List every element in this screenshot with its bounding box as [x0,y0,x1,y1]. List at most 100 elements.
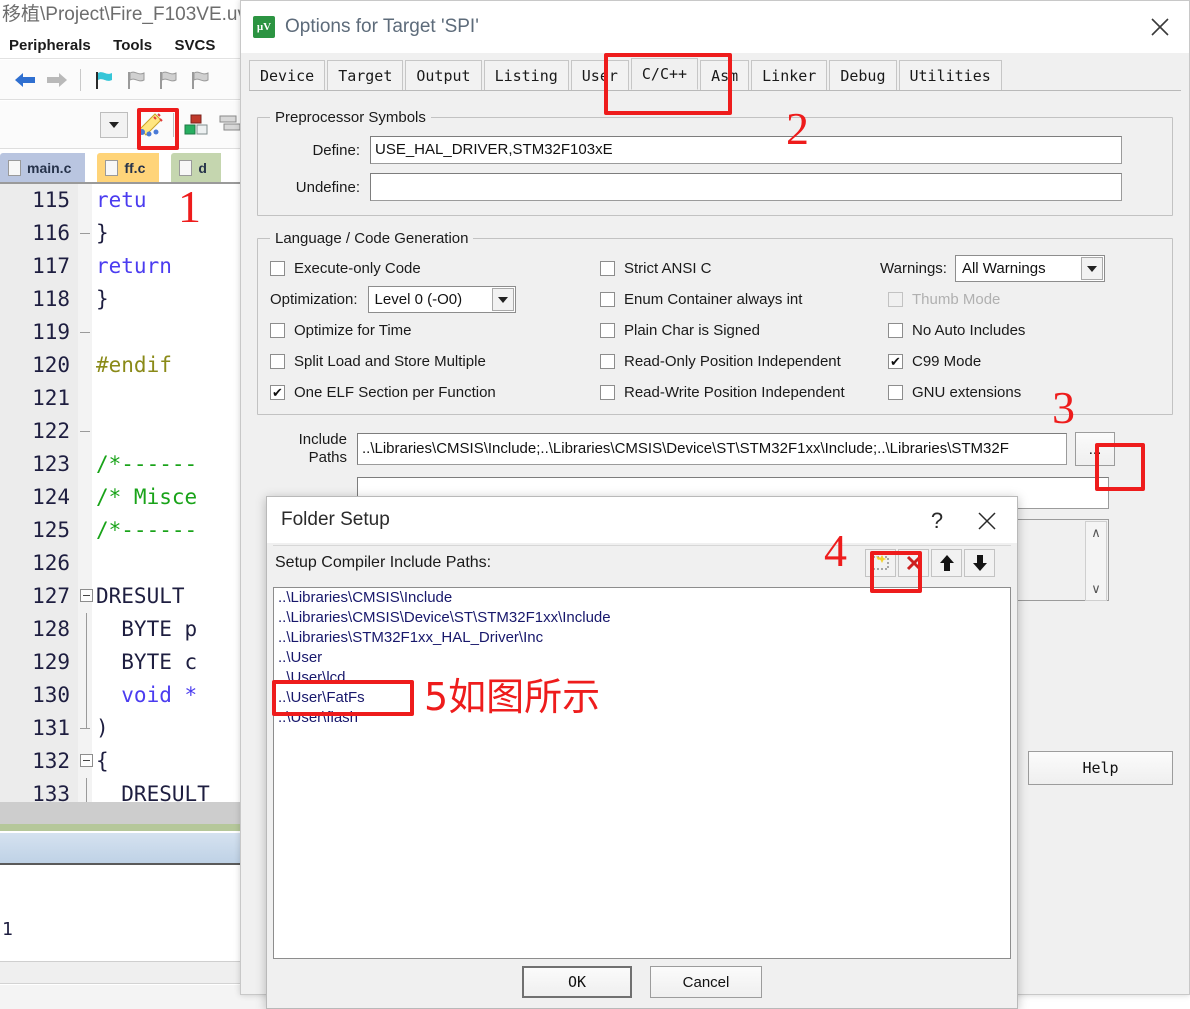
forward-arrow-icon[interactable] [42,65,72,95]
language-right-column: Warnings: All Warnings Thumb Mode No Auto I… [880,253,1150,408]
checkbox-indicator [888,292,903,307]
move-up-arrow-icon[interactable] [931,549,962,577]
options-tab-output[interactable]: Output [405,60,482,90]
question-mark-icon[interactable]: ? [917,505,957,537]
delete-x-icon[interactable] [898,549,929,577]
close-icon[interactable] [1137,7,1183,47]
preprocessor-symbols-legend: Preprocessor Symbols [270,109,431,126]
include-path-list-item[interactable]: ..\Libraries\CMSIS\Include [274,588,1010,608]
options-tab-linker[interactable]: Linker [751,60,828,90]
line-number: 129 [32,650,70,674]
checkbox-read-write-position-independent[interactable]: Read-Write Position Independent [600,377,880,408]
options-tab-debug[interactable]: Debug [829,60,897,90]
checkbox-no-auto-includes[interactable]: No Auto Includes [880,315,1150,346]
define-input[interactable]: USE_HAL_DRIVER,STM32F103xE [370,136,1122,164]
language-code-generation-group: Language / Code Generation Execute-only … [257,230,1173,415]
include-path-list-item[interactable]: ..\User\flash [274,708,1010,728]
fold-toggle-icon[interactable] [80,589,93,602]
checkbox-read-only-position-independent[interactable]: Read-Only Position Independent [600,346,880,377]
options-tab-asm[interactable]: Asm [700,60,750,90]
include-path-list-item[interactable]: ..\User\FatFs [274,688,1010,708]
back-arrow-icon[interactable] [10,65,40,95]
include-path-list-item[interactable]: ..\User\lcd [274,668,1010,688]
include-path-list-item[interactable]: ..\User [274,648,1010,668]
checkbox-label: C99 Mode [912,353,982,370]
file-icon [105,159,119,176]
line-number: 127 [32,584,70,608]
editor-tab-third[interactable]: d [171,153,221,182]
bookmark-clear-icon[interactable] [185,65,215,95]
options-tab-target[interactable]: Target [327,60,404,90]
move-down-arrow-icon[interactable] [964,549,995,577]
code-text: return [96,254,172,278]
ok-button[interactable]: OK [522,966,632,998]
checkbox-one-elf-section[interactable]: One ELF Section per Function [270,377,600,408]
options-tab-c-c-[interactable]: C/C++ [630,58,699,90]
chevron-up-icon[interactable]: ∧ [1091,525,1101,541]
line-number: 123 [32,452,70,476]
line-number: 117 [32,254,70,278]
optimization-select[interactable]: Level 0 (-O0) [367,286,516,313]
folder-setup-tool-buttons [865,549,995,577]
fold-toggle-icon[interactable] [80,754,93,767]
checkbox-indicator [270,385,285,400]
checkbox-split-load-store[interactable]: Split Load and Store Multiple [270,346,600,377]
checkbox-label: One ELF Section per Function [294,384,496,401]
compiler-string-scrollbar[interactable]: ∧ ∨ [1085,521,1107,601]
manage-components-icon[interactable] [181,110,211,140]
checkbox-label: Split Load and Store Multiple [294,353,486,370]
bookmark-next-icon[interactable] [153,65,183,95]
close-icon[interactable] [967,505,1007,537]
checkbox-gnu-extensions[interactable]: GNU extensions [880,377,1150,408]
include-path-list-item[interactable]: ..\Libraries\CMSIS\Device\ST\STM32F1xx\I… [274,608,1010,628]
fold-guide [86,679,87,712]
checkbox-execute-only-code[interactable]: Execute-only Code [270,253,600,284]
chevron-down-icon[interactable] [100,111,128,138]
checkbox-indicator [600,323,615,338]
annotation-number-1: 1 [178,181,201,232]
line-number: 131 [32,716,70,740]
chevron-down-icon[interactable]: ∨ [1091,581,1101,597]
undefine-input[interactable] [370,173,1122,201]
options-tab-utilities[interactable]: Utilities [898,60,1002,90]
line-number: 133 [32,782,70,802]
checkbox-optimize-for-time[interactable]: Optimize for Time [270,315,600,346]
checkbox-label: Plain Char is Signed [624,322,760,339]
checkbox-indicator [888,323,903,338]
menu-item-tools[interactable]: Tools [104,32,161,59]
checkbox-strict-ansi-c[interactable]: Strict ANSI C [600,253,880,284]
checkbox-c99-mode[interactable]: C99 Mode [880,346,1150,377]
chevron-down-icon[interactable] [1080,257,1103,280]
code-text: BYTE p [96,617,198,641]
fold-marker [80,431,90,432]
options-tab-listing[interactable]: Listing [483,60,569,90]
fold-marker [80,233,90,234]
editor-tab-main-c[interactable]: main.c [0,153,86,182]
include-paths-input[interactable]: ..\Libraries\CMSIS\Include;..\Libraries\… [357,433,1067,465]
include-paths-list[interactable]: ..\Libraries\CMSIS\Include ..\Libraries\C… [273,587,1011,959]
checkbox-thumb-mode: Thumb Mode [880,284,1150,315]
options-dialog-title-bar: µV Options for Target 'SPI' [241,1,1189,53]
bookmark-prev-icon[interactable] [121,65,151,95]
include-path-list-item[interactable]: ..\Libraries\STM32F1xx_HAL_Driver\Inc [274,628,1010,648]
include-paths-browse-button[interactable]: ... [1075,432,1115,466]
checkbox-label: Optimize for Time [294,322,412,339]
warnings-select[interactable]: All Warnings [954,255,1105,282]
code-text: { [96,749,109,773]
target-options-magic-wand-icon[interactable] [132,110,166,140]
checkbox-plain-char-signed[interactable]: Plain Char is Signed [600,315,880,346]
warnings-label: Warnings: [880,260,947,277]
cancel-button[interactable]: Cancel [650,966,762,998]
menu-item-peripherals[interactable]: Peripherals [0,32,100,59]
options-tab-device[interactable]: Device [249,60,326,90]
bookmark-icon[interactable] [89,65,119,95]
checkbox-indicator [600,354,615,369]
help-button[interactable]: Help [1028,751,1173,785]
menu-item-svcs[interactable]: SVCS [166,32,225,59]
chevron-down-icon[interactable] [491,288,514,311]
checkbox-enum-container-int[interactable]: Enum Container always int [600,284,880,315]
build-output-text: 1 [2,919,13,940]
new-folder-icon[interactable] [865,549,896,577]
editor-tab-ff-c[interactable]: ff.c [97,153,160,182]
options-tab-user[interactable]: User [570,60,629,90]
